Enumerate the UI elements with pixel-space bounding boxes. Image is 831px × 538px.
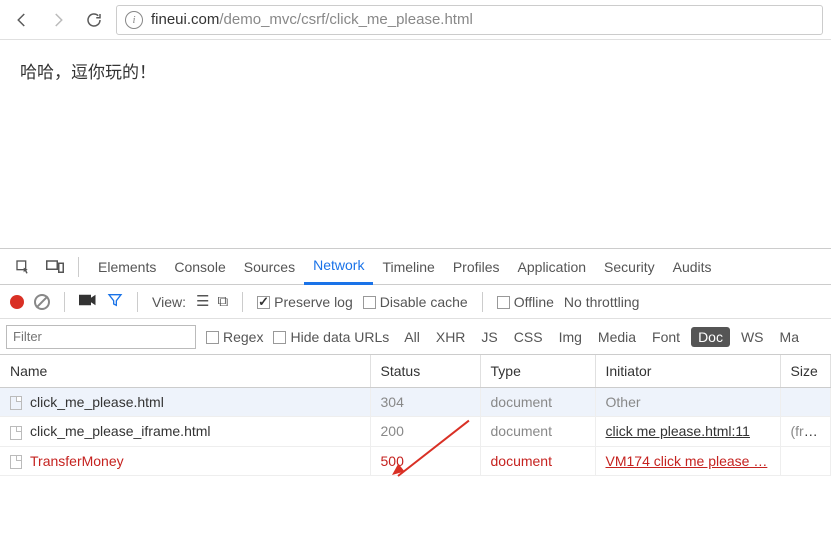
type-filter-font[interactable]: Font	[647, 327, 685, 347]
request-name: click_me_please.html	[30, 394, 164, 410]
tab-network[interactable]: Network	[304, 249, 373, 285]
request-status: 500	[381, 453, 404, 469]
divider	[242, 292, 243, 312]
tab-audits[interactable]: Audits	[664, 249, 721, 285]
request-initiator[interactable]: VM174 click me please …	[606, 453, 768, 469]
request-initiator[interactable]: click me please.html:11	[606, 423, 750, 439]
type-filter-all[interactable]: All	[399, 327, 425, 347]
url-path: /demo_mvc/csrf/click_me_please.html	[219, 11, 472, 28]
divider	[78, 257, 79, 277]
view-label: View:	[152, 294, 186, 310]
browser-toolbar: i fineui.com/demo_mvc/csrf/click_me_plea…	[0, 0, 831, 40]
table-header-row: Name Status Type Initiator Size	[0, 355, 831, 388]
type-filter-ws[interactable]: WS	[736, 327, 769, 347]
address-bar[interactable]: i fineui.com/demo_mvc/csrf/click_me_plea…	[116, 5, 823, 35]
offline-checkbox[interactable]: Offline	[497, 294, 554, 310]
back-button[interactable]	[8, 6, 36, 34]
col-type[interactable]: Type	[480, 355, 595, 388]
url-domain: fineui.com	[151, 11, 219, 28]
device-toggle-icon[interactable]	[42, 254, 68, 280]
request-name: TransferMoney	[30, 453, 124, 469]
disable-cache-checkbox[interactable]: Disable cache	[363, 294, 468, 310]
page-text: 哈哈，逗你玩的！	[20, 63, 156, 82]
view-icons: ☰ ⧉	[196, 294, 228, 309]
col-name[interactable]: Name	[0, 355, 370, 388]
request-size: (from c	[791, 423, 831, 439]
filter-icon[interactable]	[107, 292, 123, 311]
throttling-select[interactable]: No throttling	[564, 294, 639, 310]
type-filter-media[interactable]: Media	[593, 327, 641, 347]
divider	[482, 292, 483, 312]
col-initiator[interactable]: Initiator	[595, 355, 780, 388]
tab-timeline[interactable]: Timeline	[373, 249, 443, 285]
record-button[interactable]	[10, 295, 24, 309]
filter-input[interactable]	[6, 325, 196, 349]
reload-button[interactable]	[80, 6, 108, 34]
view-list-icon[interactable]: ☰	[196, 294, 209, 309]
file-icon	[10, 455, 22, 469]
table-row[interactable]: click_me_please.html 304 document Other	[0, 388, 831, 417]
type-filter-css[interactable]: CSS	[509, 327, 548, 347]
tab-sources[interactable]: Sources	[235, 249, 304, 285]
network-toolbar-2: Regex Hide data URLs All XHRJS CSS Img Media…	[0, 319, 831, 355]
site-info-icon[interactable]: i	[125, 11, 143, 29]
devtools-panel: ElementsConsoleSourcesNetworkTimelinePro…	[0, 248, 831, 476]
regex-checkbox[interactable]: Regex	[206, 329, 263, 345]
tab-console[interactable]: Console	[165, 249, 234, 285]
tab-elements[interactable]: Elements	[89, 249, 165, 285]
col-size[interactable]: Size	[780, 355, 831, 388]
hide-data-urls-checkbox[interactable]: Hide data URLs	[273, 329, 389, 345]
request-type: document	[491, 453, 552, 469]
file-icon	[10, 396, 22, 410]
page-content: 哈哈，逗你玩的！	[0, 40, 831, 248]
inspect-icon[interactable]	[10, 254, 36, 280]
file-icon	[10, 426, 22, 440]
type-filter-img[interactable]: Img	[554, 327, 587, 347]
type-filter-xhr[interactable]: XHR	[431, 327, 471, 347]
clear-button[interactable]	[34, 294, 50, 310]
type-filter-js[interactable]: JS	[476, 327, 502, 347]
table-row[interactable]: TransferMoney 500 document VM174 click me p…	[0, 446, 831, 475]
col-status[interactable]: Status	[370, 355, 480, 388]
tab-security[interactable]: Security	[595, 249, 664, 285]
type-filter-ma[interactable]: Ma	[775, 327, 804, 347]
table-row[interactable]: click_me_please_iframe.html 200 document cl…	[0, 417, 831, 446]
camera-icon[interactable]	[79, 293, 97, 310]
forward-button[interactable]	[44, 6, 72, 34]
request-initiator: Other	[606, 394, 641, 410]
tab-profiles[interactable]: Profiles	[444, 249, 509, 285]
type-filter-doc[interactable]: Doc	[691, 327, 730, 347]
network-table: Name Status Type Initiator Size click_me…	[0, 355, 831, 476]
tab-application[interactable]: Application	[509, 249, 596, 285]
view-frame-icon[interactable]: ⧉	[217, 294, 228, 309]
request-type: document	[491, 394, 552, 410]
network-toolbar-1: View: ☰ ⧉ Preserve log Disable cache Off…	[0, 285, 831, 319]
request-status: 200	[381, 423, 404, 439]
divider	[137, 292, 138, 312]
devtools-tabs: ElementsConsoleSourcesNetworkTimelinePro…	[0, 249, 831, 285]
divider	[64, 292, 65, 312]
preserve-log-checkbox[interactable]: Preserve log	[257, 294, 353, 310]
request-name: click_me_please_iframe.html	[30, 423, 211, 439]
request-status: 304	[381, 394, 404, 410]
request-type: document	[491, 423, 552, 439]
